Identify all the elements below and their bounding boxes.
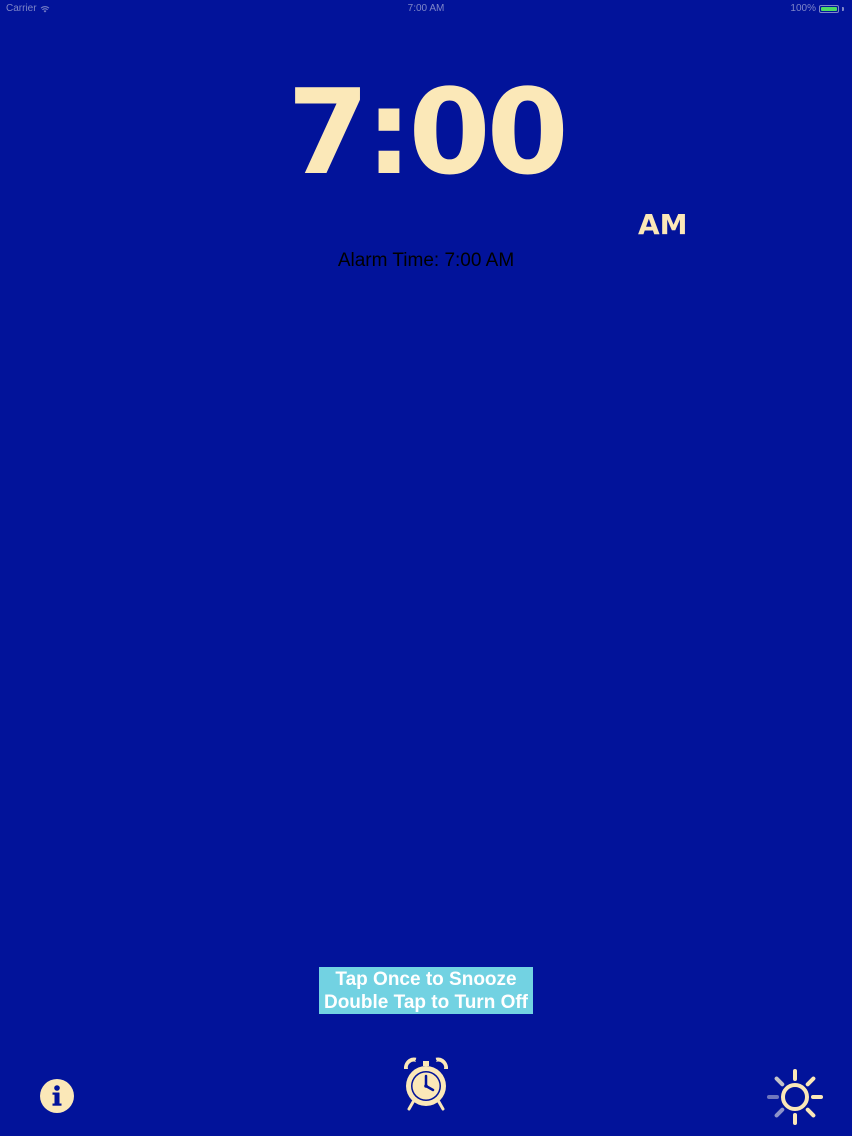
alarm-settings-button[interactable] (400, 1056, 452, 1112)
battery-cap (842, 6, 844, 11)
battery-fill (821, 6, 837, 11)
snooze-instructions[interactable]: Tap Once to Snooze Double Tap to Turn Of… (319, 967, 533, 1014)
turn-off-line: Double Tap to Turn Off (323, 992, 529, 1013)
alarm-clock-screen[interactable]: Carrier 7:00 AM 100% 7:00 AM Alarm Time:… (0, 0, 852, 1136)
brightness-button[interactable] (766, 1068, 824, 1126)
snooze-line: Tap Once to Snooze (335, 969, 517, 990)
alarm-clock-icon (400, 1056, 452, 1112)
status-bar: Carrier 7:00 AM 100% (0, 0, 852, 18)
status-battery: 100% (790, 3, 844, 14)
clock-time: 7:00 (287, 63, 569, 201)
battery-icon (819, 4, 839, 13)
brightness-icon (766, 1068, 824, 1126)
battery-percent: 100% (790, 3, 816, 14)
clock-period: AM (638, 208, 688, 241)
info-icon (39, 1078, 75, 1114)
alarm-time-label: Alarm Time: 7:00 AM (337, 250, 515, 271)
status-time: 7:00 AM (407, 3, 445, 14)
info-button[interactable] (39, 1078, 75, 1114)
